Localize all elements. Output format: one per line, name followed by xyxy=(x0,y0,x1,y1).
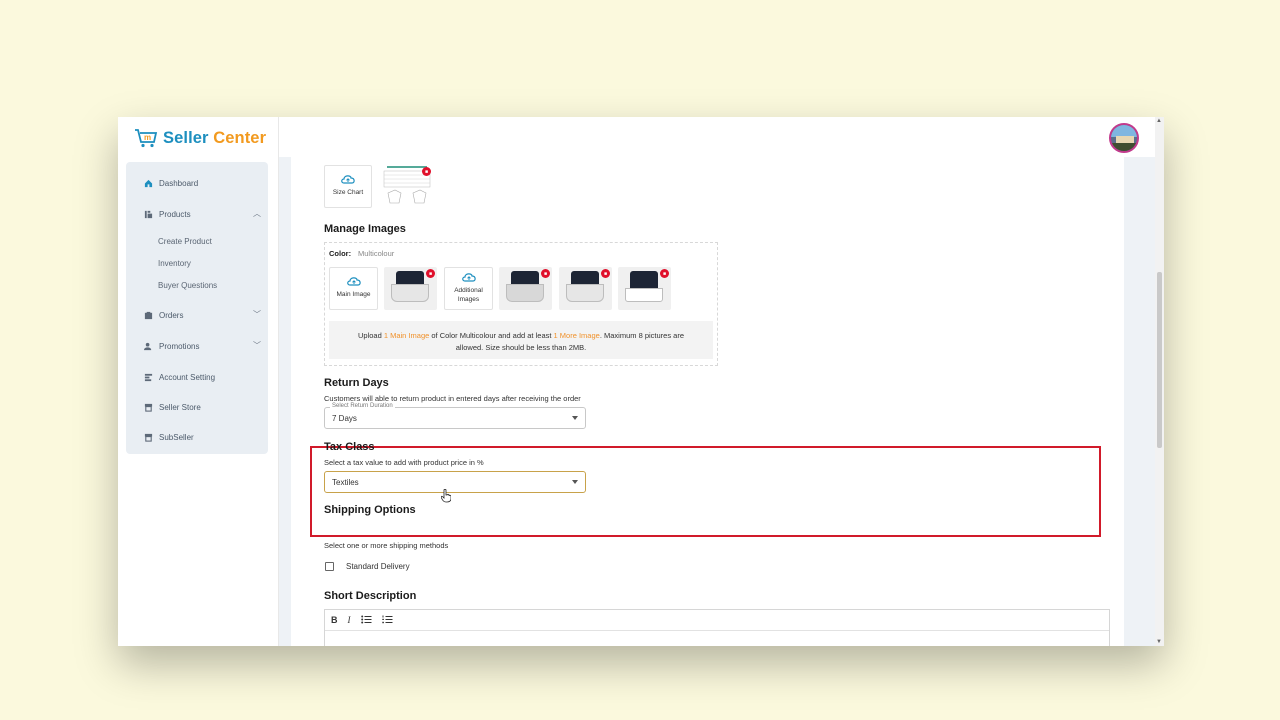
scrollbar[interactable]: ▲ ▼ xyxy=(1155,117,1164,646)
hand-cursor-icon xyxy=(441,489,451,503)
chevron-down-icon: ﹀ xyxy=(253,310,261,319)
tax-class-description: Select a tax value to add with product p… xyxy=(324,458,484,467)
numbered-list-icon xyxy=(381,615,392,623)
main-image-label: Main Image xyxy=(336,291,371,299)
sidebar-menu: Dashboard Products ︿ Create Product Inve… xyxy=(126,162,268,454)
additional-images-upload-button[interactable]: Additional Images xyxy=(444,267,493,310)
sidebar-item-orders[interactable]: Orders ﹀ xyxy=(126,305,268,325)
sidebar-item-label: SubSeller xyxy=(159,432,194,442)
scroll-thumb[interactable] xyxy=(1157,272,1162,448)
return-days-title: Return Days xyxy=(324,377,389,389)
return-duration-select[interactable]: 7 Days xyxy=(324,407,586,429)
editor-toolbar: B I xyxy=(325,610,1109,631)
tax-class-title: Tax Class xyxy=(324,441,375,453)
delete-image-icon[interactable]: ■ xyxy=(660,269,669,278)
chevron-up-icon: ︿ xyxy=(253,209,261,218)
cart-logo-icon: m xyxy=(135,129,158,148)
cloud-upload-icon xyxy=(346,277,361,287)
main-image-upload-button[interactable]: Main Image xyxy=(329,267,378,310)
size-chart-thumbnail[interactable]: ■ xyxy=(381,165,433,208)
bold-button[interactable]: B xyxy=(331,615,338,625)
delete-image-icon[interactable]: ■ xyxy=(601,269,610,278)
numbered-list-button[interactable] xyxy=(381,615,393,626)
delete-image-icon[interactable]: ■ xyxy=(422,167,431,176)
sidebar-item-label: Orders xyxy=(159,310,184,320)
size-chart-upload-button[interactable]: Size Chart xyxy=(324,165,372,208)
tax-class-select[interactable]: Textiles xyxy=(324,471,586,493)
short-description-editor[interactable]: B I xyxy=(324,609,1110,646)
sidebar-item-account-setting[interactable]: Account Setting xyxy=(126,367,268,387)
cloud-upload-icon xyxy=(341,175,355,185)
svg-text:m: m xyxy=(144,133,151,142)
orders-icon xyxy=(143,310,153,320)
return-duration-legend: Select Return Duration xyxy=(330,403,395,409)
scroll-up-icon[interactable]: ▲ xyxy=(1156,118,1162,124)
store-icon xyxy=(143,402,153,412)
delete-image-icon[interactable]: ■ xyxy=(426,269,435,278)
cloud-upload-icon xyxy=(461,273,476,282)
submenu-buyer-questions[interactable]: Buyer Questions xyxy=(158,281,217,290)
promotions-icon xyxy=(143,341,153,351)
additional-image-thumbnail[interactable]: ■ xyxy=(559,267,612,310)
additional-image-thumbnail[interactable]: ■ xyxy=(499,267,552,310)
manage-images-title: Manage Images xyxy=(324,223,406,235)
size-chart-label: Size Chart xyxy=(332,189,364,197)
sidebar-item-label: Promotions xyxy=(159,341,200,351)
sidebar-item-seller-store[interactable]: Seller Store xyxy=(126,397,268,417)
top-bar xyxy=(279,117,1164,157)
submenu-inventory[interactable]: Inventory xyxy=(158,259,191,268)
image-upload-info: Upload 1 Main Image of Color Multicolour… xyxy=(329,321,713,359)
logo[interactable]: m Seller Center xyxy=(134,128,266,148)
sidebar-item-dashboard[interactable]: Dashboard xyxy=(126,173,268,193)
scroll-down-icon[interactable]: ▼ xyxy=(1156,639,1162,645)
return-days-description: Customers will able to return product in… xyxy=(324,394,581,403)
sidebar-item-label: Seller Store xyxy=(159,402,201,412)
submenu-create-product[interactable]: Create Product xyxy=(158,237,212,246)
sidebar-item-products[interactable]: Products ︿ xyxy=(126,204,268,224)
dropdown-arrow-icon xyxy=(572,416,578,420)
standard-delivery-label[interactable]: Standard Delivery xyxy=(346,562,410,571)
shipping-options-title: Shipping Options xyxy=(324,504,416,516)
short-description-title: Short Description xyxy=(324,590,417,602)
subseller-icon xyxy=(143,432,153,442)
home-icon xyxy=(143,178,153,188)
sidebar-item-subseller[interactable]: SubSeller xyxy=(126,427,268,447)
return-duration-value: 7 Days xyxy=(332,413,357,423)
additional-images-label: Additional Images xyxy=(454,286,483,303)
shipping-description: Select one or more shipping methods xyxy=(324,541,449,550)
sidebar-item-label: Products xyxy=(159,209,191,219)
sidebar: m Seller Center Dashboard Products ︿ Cre… xyxy=(118,117,279,646)
bulleted-list-icon xyxy=(360,615,371,623)
standard-delivery-checkbox[interactable] xyxy=(325,562,334,571)
italic-button[interactable]: I xyxy=(348,615,351,625)
color-label: Color: xyxy=(329,249,352,258)
brand-name: Seller Center xyxy=(163,128,267,147)
browser-window: m Seller Center Dashboard Products ︿ Cre… xyxy=(118,117,1164,646)
sidebar-item-promotions[interactable]: Promotions ﹀ xyxy=(126,336,268,356)
tax-class-value: Textiles xyxy=(332,477,359,487)
avatar[interactable] xyxy=(1109,123,1139,153)
dropdown-arrow-icon xyxy=(572,480,578,484)
products-icon xyxy=(143,209,153,219)
color-value: Multicolour xyxy=(358,249,395,258)
account-setting-icon xyxy=(143,372,153,382)
chevron-down-icon: ﹀ xyxy=(253,341,261,350)
delete-image-icon[interactable]: ■ xyxy=(541,269,550,278)
sidebar-item-label: Dashboard xyxy=(159,178,199,188)
bulleted-list-button[interactable] xyxy=(360,615,372,626)
main-image-thumbnail[interactable]: ■ xyxy=(384,267,437,310)
sidebar-item-label: Account Setting xyxy=(159,372,216,382)
additional-image-thumbnail[interactable]: ■ xyxy=(618,267,671,310)
